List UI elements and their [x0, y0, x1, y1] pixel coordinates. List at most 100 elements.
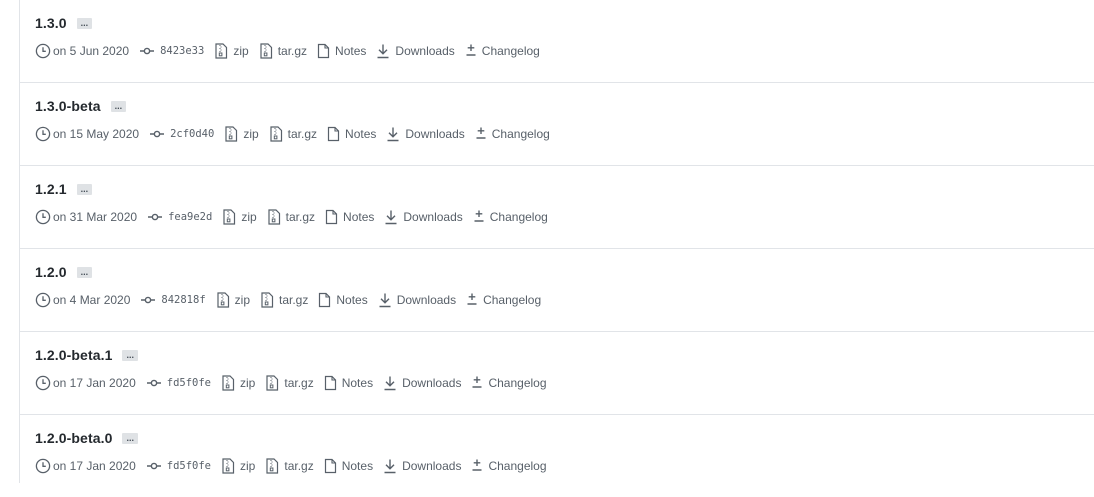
file-icon	[317, 43, 330, 59]
downloads-link[interactable]: Downloads	[384, 209, 463, 225]
notes-link[interactable]: Notes	[317, 43, 366, 59]
changelog-link[interactable]: Changelog	[465, 43, 540, 59]
release-meta: on 31 Mar 2020 fea9e2d zip tar.gz Notes …	[35, 208, 558, 226]
downloads-link[interactable]: Downloads	[386, 126, 465, 142]
release-item: 1.2.1 ... on 31 Mar 2020 fea9e2d zip tar…	[20, 166, 1094, 249]
git-commit-icon	[146, 462, 161, 470]
zip-download-link[interactable]: zip	[214, 43, 249, 59]
downloads-link[interactable]: Downloads	[376, 43, 455, 59]
expand-ellipsis-button[interactable]: ...	[122, 349, 138, 361]
zip-download-link[interactable]: zip	[221, 375, 255, 391]
targz-label: tar.gz	[277, 44, 308, 58]
changelog-link[interactable]: Changelog	[473, 209, 548, 225]
release-item: 1.2.0 ... on 4 Mar 2020 842818f zip tar.…	[20, 249, 1094, 332]
notes-label: Notes	[343, 210, 375, 224]
zip-download-link[interactable]: zip	[216, 292, 250, 308]
downloads-label: Downloads	[402, 376, 462, 390]
diff-icon	[466, 44, 476, 56]
expand-ellipsis-button[interactable]: ...	[122, 432, 138, 444]
targz-download-link[interactable]: tar.gz	[269, 126, 317, 142]
commit-link[interactable]: 842818f	[140, 292, 206, 308]
release-header: 1.2.0-beta.0 ...	[35, 428, 138, 448]
release-tag-link[interactable]: 1.2.1	[35, 181, 67, 197]
release-meta: on 5 Jun 2020 8423e33 zip tar.gz Notes D…	[35, 42, 550, 60]
targz-label: tar.gz	[285, 210, 316, 224]
notes-link[interactable]: Notes	[327, 126, 376, 142]
zip-label: zip	[240, 376, 256, 390]
release-header: 1.2.0-beta.1 ...	[35, 345, 138, 365]
commit-link[interactable]: 2cf0d40	[149, 126, 214, 142]
expand-ellipsis-button[interactable]: ...	[76, 266, 93, 278]
targz-label: tar.gz	[287, 127, 318, 141]
zip-download-link[interactable]: zip	[222, 209, 257, 225]
targz-download-link[interactable]: tar.gz	[259, 43, 307, 59]
downloads-label: Downloads	[403, 210, 463, 224]
notes-link[interactable]: Notes	[324, 458, 373, 474]
diff-icon	[472, 376, 482, 388]
download-icon	[384, 376, 396, 391]
release-date-text: on 17 Jan 2020	[53, 376, 136, 390]
targz-download-link[interactable]: tar.gz	[265, 458, 314, 474]
targz-download-link[interactable]: tar.gz	[267, 209, 315, 225]
changelog-link[interactable]: Changelog	[466, 292, 541, 308]
downloads-link[interactable]: Downloads	[383, 458, 461, 474]
file-zip-icon	[266, 375, 279, 391]
release-tag-link[interactable]: 1.2.0	[35, 264, 67, 280]
changelog-label: Changelog	[489, 210, 548, 224]
downloads-link[interactable]: Downloads	[383, 375, 461, 391]
release-header: 1.3.0-beta ...	[35, 96, 127, 116]
commit-link[interactable]: 8423e33	[139, 43, 204, 59]
file-zip-icon	[261, 292, 274, 308]
expand-ellipsis-button[interactable]: ...	[76, 17, 93, 29]
release-date: on 15 May 2020	[35, 126, 139, 142]
release-date-text: on 17 Jan 2020	[53, 459, 136, 473]
notes-label: Notes	[341, 376, 374, 390]
release-tag-link[interactable]: 1.3.0	[35, 15, 67, 31]
release-tag-link[interactable]: 1.2.0-beta.0	[35, 430, 112, 446]
release-tag-link[interactable]: 1.3.0-beta	[35, 98, 101, 114]
changelog-link[interactable]: Changelog	[471, 375, 547, 391]
release-date: on 17 Jan 2020	[35, 458, 136, 474]
zip-label: zip	[241, 210, 257, 224]
diff-icon	[472, 459, 482, 471]
release-meta: on 17 Jan 2020 fd5f0fe zip tar.gz Notes …	[35, 374, 557, 392]
release-date-text: on 4 Mar 2020	[53, 293, 131, 307]
commit-link[interactable]: fd5f0fe	[146, 375, 211, 391]
file-zip-icon	[266, 458, 279, 474]
changelog-link[interactable]: Changelog	[475, 126, 550, 142]
clock-icon	[35, 126, 51, 142]
commit-link[interactable]: fd5f0fe	[146, 458, 211, 474]
release-date: on 4 Mar 2020	[35, 292, 130, 308]
clock-icon	[35, 292, 51, 308]
file-icon	[324, 375, 336, 391]
clock-icon	[35, 458, 51, 474]
release-header: 1.3.0 ...	[35, 13, 93, 33]
notes-link[interactable]: Notes	[325, 209, 374, 225]
expand-ellipsis-button[interactable]: ...	[110, 100, 127, 112]
zip-download-link[interactable]: zip	[221, 458, 255, 474]
downloads-link[interactable]: Downloads	[378, 292, 456, 308]
commit-link[interactable]: fea9e2d	[147, 209, 212, 225]
targz-label: tar.gz	[284, 376, 314, 390]
file-zip-icon	[260, 43, 272, 59]
targz-download-link[interactable]: tar.gz	[265, 375, 314, 391]
zip-label: zip	[234, 293, 250, 307]
expand-ellipsis-button[interactable]: ...	[76, 183, 93, 195]
release-header: 1.2.0 ...	[35, 262, 93, 282]
notes-link[interactable]: Notes	[324, 375, 373, 391]
release-item: 1.2.0-beta.1 ... on 17 Jan 2020 fd5f0fe …	[20, 332, 1094, 415]
zip-download-link[interactable]: zip	[224, 126, 259, 142]
notes-link[interactable]: Notes	[318, 292, 368, 308]
zip-label: zip	[240, 459, 256, 473]
targz-download-link[interactable]: tar.gz	[260, 292, 308, 308]
release-date-text: on 31 Mar 2020	[53, 210, 138, 224]
release-tag-link[interactable]: 1.2.0-beta.1	[35, 347, 112, 363]
changelog-link[interactable]: Changelog	[471, 458, 547, 474]
notes-label: Notes	[341, 459, 374, 473]
file-zip-icon	[222, 458, 235, 474]
release-date-text: on 15 May 2020	[53, 127, 140, 141]
download-icon	[379, 293, 391, 308]
file-icon	[327, 126, 340, 142]
release-list: 1.3.0 ... on 5 Jun 2020 8423e33 zip tar.…	[20, 0, 1094, 497]
diff-icon	[474, 210, 484, 222]
